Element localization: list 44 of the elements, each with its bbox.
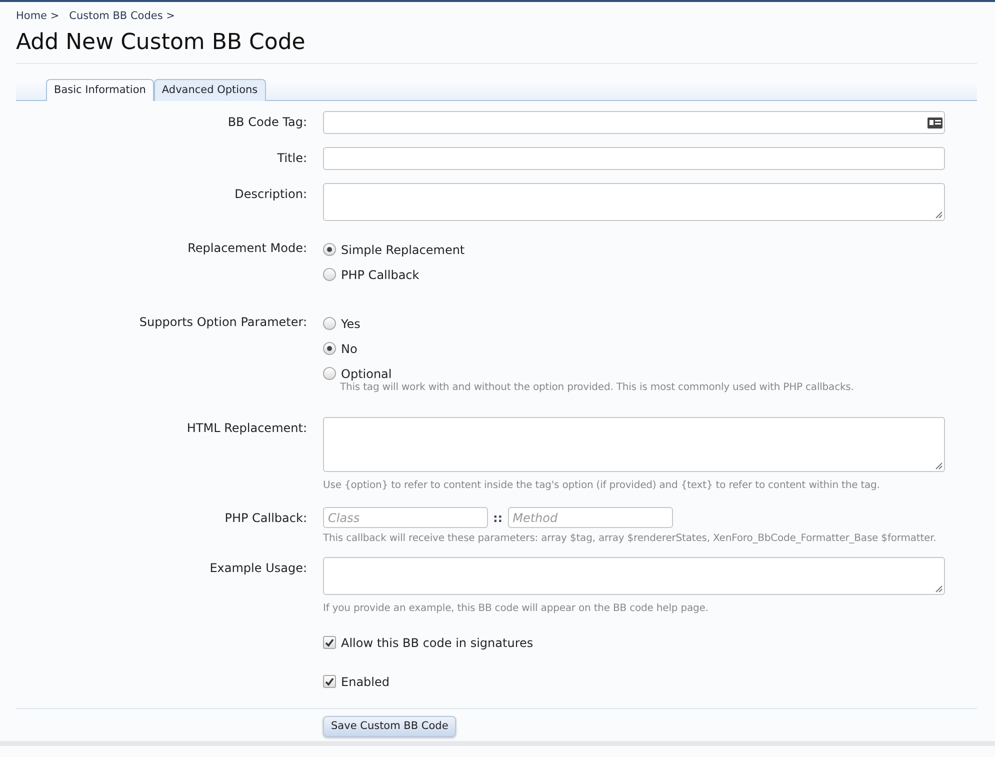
- text-field[interactable]: [323, 147, 945, 170]
- breadcrumb-link[interactable]: Home >: [16, 10, 60, 22]
- save-button[interactable]: Save Custom BB Code: [323, 716, 456, 737]
- resize-grip-icon: [935, 585, 943, 593]
- field-label: PHP Callback:: [224, 511, 307, 525]
- field-label: Title:: [277, 151, 307, 165]
- resize-grip-icon: [935, 211, 943, 219]
- radio-button[interactable]: [323, 317, 336, 330]
- hint-text: This callback will receive these parameters: array $tag, array $rendererStates, XenForo_BbCode_Formatter_Base $formatter.: [323, 533, 938, 544]
- checkbox-label: Enabled: [341, 674, 390, 688]
- breadcrumb-link[interactable]: Custom BB Codes >: [69, 10, 175, 22]
- option-label: No: [341, 342, 358, 356]
- radio-button[interactable]: [323, 342, 336, 355]
- radio-button[interactable]: [323, 243, 336, 256]
- field-label: Description:: [234, 187, 307, 201]
- id-card-icon: [927, 117, 943, 129]
- field-label: HTML Replacement:: [186, 421, 307, 435]
- option-label: Yes: [341, 316, 360, 330]
- tab[interactable]: Basic Information: [46, 79, 154, 101]
- option-label: Simple Replacement: [341, 242, 465, 256]
- option-label: Optional: [341, 366, 392, 380]
- text-area[interactable]: [323, 417, 945, 472]
- tab[interactable]: Advanced Options: [154, 79, 266, 101]
- field-label: Replacement Mode:: [188, 241, 307, 255]
- class-field[interactable]: Class: [323, 507, 488, 528]
- resize-grip-icon: [935, 462, 943, 470]
- checkbox[interactable]: [323, 675, 336, 688]
- radio-button[interactable]: [323, 367, 336, 380]
- text-area[interactable]: [323, 557, 945, 595]
- field-label: Supports Option Parameter:: [139, 315, 307, 329]
- text-field[interactable]: [323, 111, 945, 134]
- radio-button[interactable]: [323, 268, 336, 281]
- hint-text: If you provide an example, this BB code will appear on the BB code help page.: [323, 603, 710, 614]
- field-label: BB Code Tag:: [228, 115, 307, 129]
- separator: ::: [493, 510, 503, 524]
- checkbox[interactable]: [323, 636, 336, 649]
- text-area[interactable]: [323, 183, 945, 221]
- option-label: PHP Callback: [341, 268, 420, 282]
- hint-text: Use {option} to refer to content inside the tag's option (if provided) and {text} to refer to content within the tag.: [323, 480, 881, 491]
- checkbox-label: Allow this BB code in signatures: [341, 636, 534, 650]
- hint-text: This tag will work with and without the option provided. This is most commonly used with PHP callbacks.: [339, 382, 855, 393]
- field-label: Example Usage:: [210, 561, 307, 575]
- method-field[interactable]: Method: [508, 507, 673, 528]
- page-title: Add New Custom BB Code: [16, 30, 977, 64]
